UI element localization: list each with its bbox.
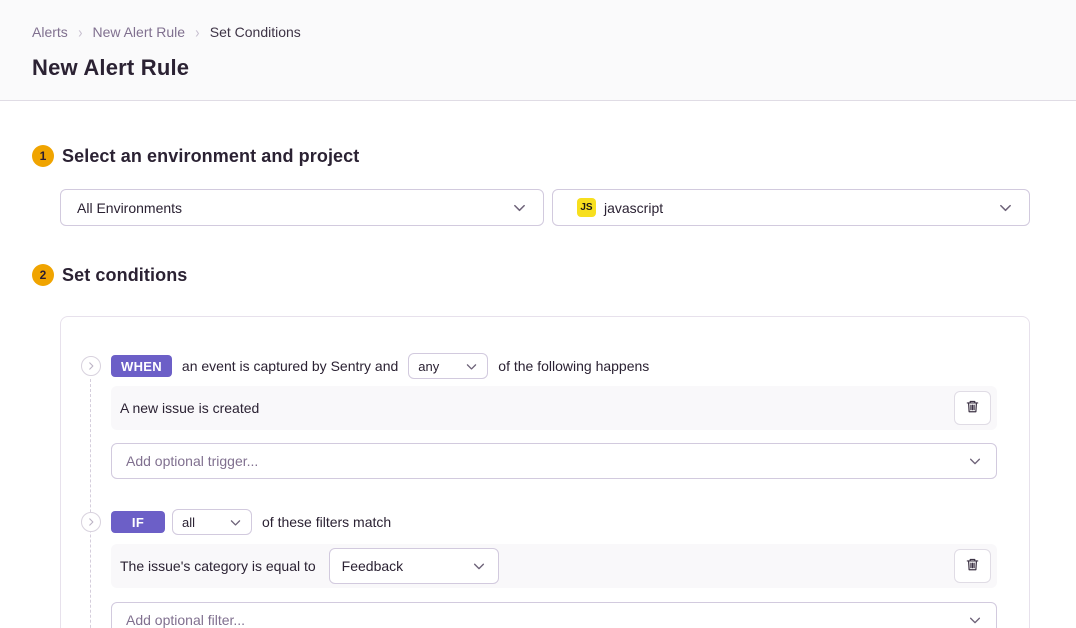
delete-trigger-button[interactable]	[954, 391, 991, 425]
if-match-value: all	[182, 515, 195, 530]
chevron-down-icon	[968, 454, 982, 468]
filter-rule-label: The issue's category is equal to	[120, 558, 316, 574]
chevron-down-icon	[512, 200, 527, 215]
trigger-rule-row: A new issue is created	[111, 386, 997, 430]
trash-icon	[965, 399, 980, 417]
step-1-number-badge: 1	[32, 145, 54, 167]
chevron-down-icon	[968, 613, 982, 627]
step-2-title: Set conditions	[62, 265, 187, 286]
trash-icon	[965, 557, 980, 575]
page-header: Alerts › New Alert Rule › Set Conditions…	[0, 0, 1076, 101]
delete-filter-button[interactable]	[954, 549, 991, 583]
breadcrumb-separator-icon: ›	[195, 23, 199, 41]
step-2-number-badge: 2	[32, 264, 54, 286]
step-1-header: 1 Select an environment and project	[32, 145, 1030, 167]
environment-select-value: All Environments	[77, 200, 182, 216]
breadcrumb-set-conditions: Set Conditions	[210, 24, 301, 40]
page-title: New Alert Rule	[32, 55, 1044, 81]
filter-value: Feedback	[342, 558, 403, 574]
add-trigger-placeholder: Add optional trigger...	[126, 453, 258, 469]
add-optional-trigger-select[interactable]: Add optional trigger...	[111, 443, 997, 479]
step-2-header: 2 Set conditions	[32, 264, 1030, 286]
if-text-after: of these filters match	[262, 514, 391, 530]
chevron-down-icon	[229, 516, 242, 529]
chevron-circle-icon	[81, 512, 101, 532]
javascript-platform-icon: JS	[577, 198, 596, 217]
main-content: 1 Select an environment and project All …	[0, 145, 1076, 628]
environment-select[interactable]: All Environments	[60, 189, 544, 226]
when-condition-header: WHEN an event is captured by Sentry and …	[81, 353, 997, 379]
when-text-after: of the following happens	[498, 358, 649, 374]
project-select-value: javascript	[604, 200, 663, 216]
when-text-before: an event is captured by Sentry and	[182, 358, 398, 374]
breadcrumb: Alerts › New Alert Rule › Set Conditions	[32, 24, 1044, 40]
breadcrumb-alerts[interactable]: Alerts	[32, 24, 68, 40]
if-condition-header: IF all of these filters match	[81, 509, 997, 535]
when-match-value: any	[418, 359, 439, 374]
trigger-rule-label: A new issue is created	[120, 400, 259, 416]
filter-value-select[interactable]: Feedback	[329, 548, 499, 584]
if-match-select[interactable]: all	[172, 509, 252, 535]
chevron-down-icon	[465, 360, 478, 373]
step-1-title: Select an environment and project	[62, 146, 359, 167]
filter-rule-row: The issue's category is equal to Feedbac…	[111, 544, 997, 588]
chevron-down-icon	[998, 200, 1013, 215]
add-filter-placeholder: Add optional filter...	[126, 612, 245, 628]
breadcrumb-separator-icon: ›	[78, 23, 82, 41]
environment-project-row: All Environments JS javascript	[60, 189, 1030, 226]
when-badge: WHEN	[111, 355, 172, 377]
when-match-select[interactable]: any	[408, 353, 488, 379]
if-badge: IF	[111, 511, 165, 533]
breadcrumb-new-alert-rule[interactable]: New Alert Rule	[92, 24, 185, 40]
conditions-card: WHEN an event is captured by Sentry and …	[60, 316, 1030, 628]
chevron-down-icon	[472, 559, 486, 573]
chevron-circle-icon	[81, 356, 101, 376]
add-optional-filter-select[interactable]: Add optional filter...	[111, 602, 997, 628]
condition-connector-line	[90, 379, 91, 628]
project-select[interactable]: JS javascript	[552, 189, 1030, 226]
